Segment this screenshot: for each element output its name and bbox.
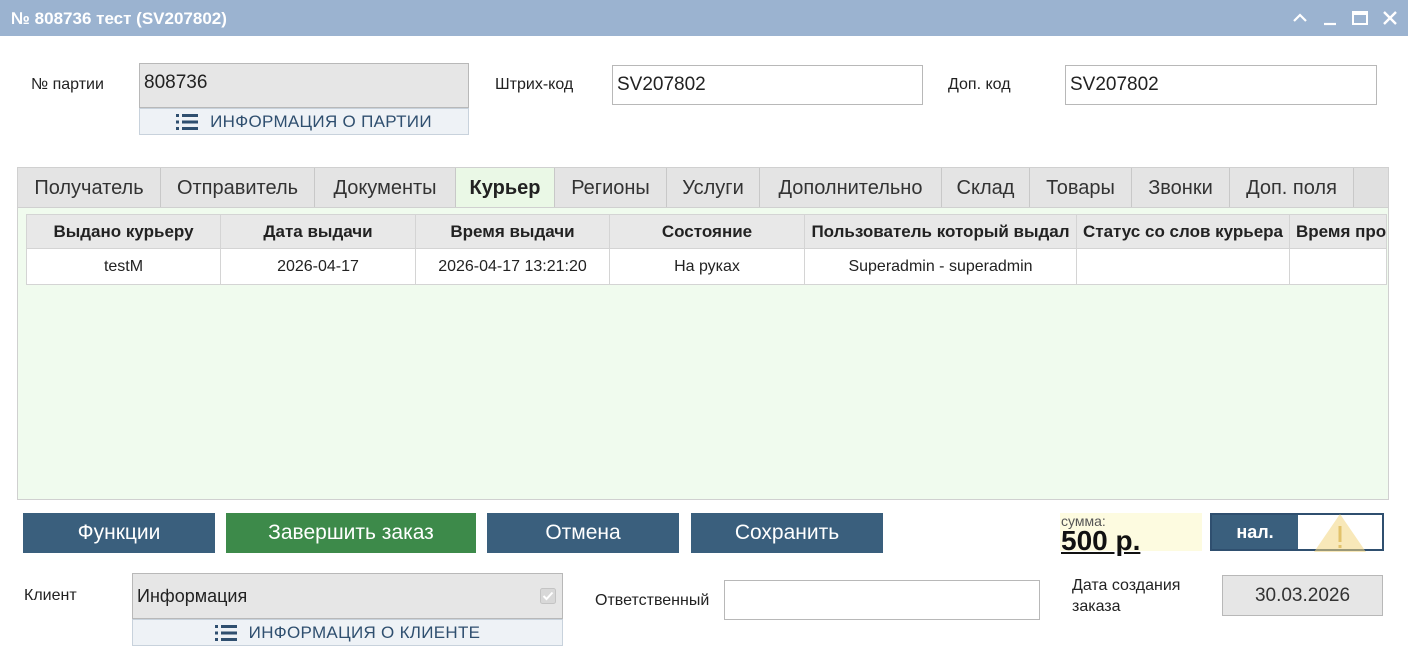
table-cell: [1076, 248, 1290, 285]
party-label: № партии: [31, 76, 104, 93]
minimize-icon[interactable]: [1318, 6, 1342, 30]
client-field[interactable]: Информация: [132, 573, 563, 619]
client-info-button[interactable]: ИНФОРМАЦИЯ О КЛИЕНТЕ: [132, 619, 563, 646]
tab-extra-fields[interactable]: Доп. поля: [1230, 168, 1354, 208]
table-cell: testM: [26, 248, 221, 285]
payment-other-option[interactable]: [1298, 514, 1382, 552]
tab-services[interactable]: Услуги: [667, 168, 760, 208]
extra-code-field[interactable]: SV207802: [1065, 65, 1377, 105]
sum-box: сумма: 500 р.: [1060, 513, 1202, 556]
column-header[interactable]: Время про: [1288, 214, 1388, 249]
tab-warehouse[interactable]: Склад: [942, 168, 1030, 208]
table-cell: 2026-04-17 13:21:20: [415, 248, 610, 285]
courier-panel: Выдано курьеру Дата выдачи Время выдачи …: [17, 207, 1389, 500]
column-header[interactable]: Статус со слов курьера: [1076, 214, 1290, 249]
column-header[interactable]: Состояние: [609, 214, 805, 249]
close-icon[interactable]: [1378, 6, 1402, 30]
client-info-label: ИНФОРМАЦИЯ О КЛИЕНТЕ: [248, 622, 481, 642]
order-window: № 808736 тест (SV207802) № партии 808736…: [0, 0, 1408, 656]
tab-calls[interactable]: Звонки: [1132, 168, 1230, 208]
tab-recipient[interactable]: Получатель: [18, 168, 161, 208]
cancel-button[interactable]: Отмена: [487, 513, 679, 553]
party-number-field[interactable]: 808736: [139, 63, 469, 108]
barcode-field[interactable]: SV207802: [612, 65, 923, 105]
tab-regions[interactable]: Регионы: [555, 168, 667, 208]
table-row[interactable]: testM 2026-04-17 2026-04-17 13:21:20 На …: [26, 248, 1388, 285]
complete-order-button[interactable]: Завершить заказ: [226, 513, 476, 553]
responsible-label: Ответственный: [595, 592, 710, 609]
table-header-row: Выдано курьеру Дата выдачи Время выдачи …: [26, 214, 1388, 249]
window-title: № 808736 тест (SV207802): [11, 9, 227, 28]
sum-value: 500 р.: [1061, 525, 1141, 556]
checkbox-checked-icon[interactable]: [540, 588, 556, 604]
tab-bar: Получатель Отправитель Документы Курьер …: [17, 167, 1389, 208]
courier-table: Выдано курьеру Дата выдачи Время выдачи …: [26, 214, 1388, 285]
barcode-label: Штрих-код: [495, 76, 574, 93]
responsible-field[interactable]: [724, 580, 1040, 620]
list-icon: [176, 113, 199, 130]
tab-goods[interactable]: Товары: [1030, 168, 1132, 208]
tab-documents[interactable]: Документы: [315, 168, 456, 208]
functions-button[interactable]: Функции: [23, 513, 215, 553]
tab-sender[interactable]: Отправитель: [161, 168, 315, 208]
created-date-label: Дата создания заказа: [1072, 577, 1181, 615]
client-value: Информация: [137, 586, 248, 606]
column-header[interactable]: Дата выдачи: [220, 214, 416, 249]
warning-icon: [1314, 514, 1366, 552]
party-info-button[interactable]: ИНФОРМАЦИЯ О ПАРТИИ: [139, 108, 469, 135]
column-header[interactable]: Пользователь который выдал: [804, 214, 1077, 249]
column-header[interactable]: Время выдачи: [415, 214, 610, 249]
column-header[interactable]: Выдано курьеру: [26, 214, 221, 249]
client-label: Клиент: [24, 587, 77, 604]
save-button[interactable]: Сохранить: [691, 513, 883, 553]
tab-courier[interactable]: Курьер: [456, 168, 555, 208]
payment-cash-option[interactable]: нал.: [1212, 515, 1298, 549]
party-info-label: ИНФОРМАЦИЯ О ПАРТИИ: [210, 111, 432, 131]
title-bar[interactable]: № 808736 тест (SV207802): [0, 0, 1408, 36]
payment-method-toggle[interactable]: нал.: [1210, 513, 1384, 552]
maximize-icon[interactable]: [1348, 6, 1372, 30]
chevron-up-icon[interactable]: [1288, 6, 1312, 30]
list-icon: [214, 624, 237, 641]
table-cell: [1288, 248, 1388, 285]
tab-additional[interactable]: Дополнительно: [760, 168, 942, 208]
table-cell: Superadmin - superadmin: [804, 248, 1077, 285]
extra-code-label: Доп. код: [948, 76, 1011, 93]
created-date-field: 30.03.2026: [1222, 575, 1383, 616]
table-cell: 2026-04-17: [220, 248, 416, 285]
window-controls: [1288, 6, 1402, 30]
table-cell: На руках: [609, 248, 805, 285]
